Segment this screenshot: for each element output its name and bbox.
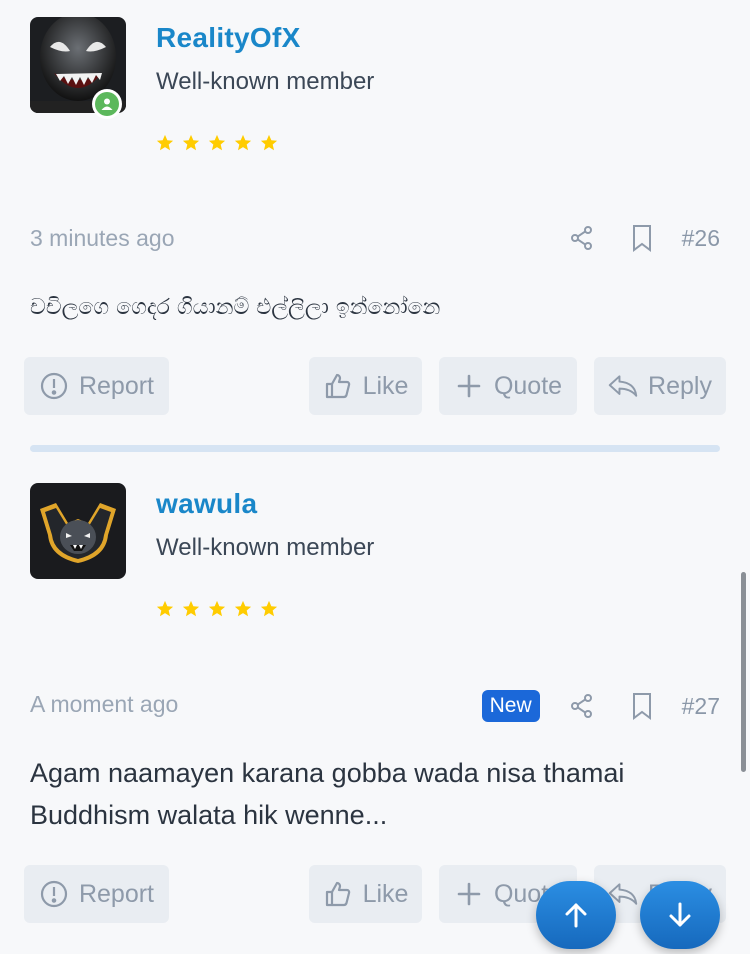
post-meta: #26 — [552, 224, 720, 252]
report-label: Report — [78, 879, 155, 908]
like-button[interactable]: Like — [309, 865, 422, 923]
star-icon — [156, 600, 174, 617]
post-number[interactable]: #27 — [682, 693, 720, 720]
star-icon — [156, 134, 174, 151]
username[interactable]: wawula — [156, 488, 257, 520]
star-icon — [234, 600, 252, 617]
post-body: Agam naamayen karana gobba wada nisa tha… — [30, 758, 625, 830]
like-button[interactable]: Like — [309, 357, 422, 415]
share-icon — [570, 694, 592, 718]
scroll-to-top-button[interactable] — [536, 881, 616, 949]
scroll-to-bottom-button[interactable] — [640, 881, 720, 949]
share-button[interactable] — [552, 225, 612, 251]
report-icon — [40, 880, 68, 908]
username[interactable]: RealityOfX — [156, 22, 301, 54]
star-icon — [182, 134, 200, 151]
avatar-bat-image — [30, 483, 126, 579]
star-icon — [208, 600, 226, 617]
reply-label: Reply — [648, 371, 712, 400]
quote-icon — [457, 882, 481, 906]
bookmark-button[interactable] — [612, 224, 672, 252]
arrow-up-icon — [565, 903, 587, 928]
star-rating — [156, 600, 278, 618]
online-status-indicator — [92, 89, 122, 119]
bookmark-button[interactable] — [612, 692, 672, 720]
star-icon — [208, 134, 226, 151]
scrollbar[interactable] — [741, 572, 746, 772]
quote-label: Quote — [493, 371, 563, 400]
star-icon — [234, 134, 252, 151]
post-body: චචිලගෙ ගෙදර ගියානම් එල්ලිලා ඉන්නෝනෙ — [30, 295, 441, 320]
reply-button[interactable]: Reply — [594, 357, 726, 415]
online-user-icon — [101, 98, 113, 110]
arrow-down-icon — [669, 902, 691, 927]
star-icon — [260, 134, 278, 151]
share-button[interactable] — [552, 693, 612, 719]
report-icon — [40, 372, 68, 400]
bookmark-icon — [632, 225, 651, 252]
user-title: Well-known member — [156, 534, 375, 561]
quote-icon — [457, 374, 481, 398]
star-icon — [260, 600, 278, 617]
star-rating — [156, 134, 278, 152]
report-button[interactable]: Report — [24, 865, 169, 923]
avatar[interactable] — [30, 17, 126, 119]
avatar[interactable] — [30, 483, 126, 579]
share-icon — [570, 226, 592, 250]
post-divider — [30, 445, 720, 452]
user-title: Well-known member — [156, 68, 375, 95]
like-icon — [325, 373, 350, 399]
post-time[interactable]: 3 minutes ago — [30, 225, 174, 252]
star-icon — [182, 600, 200, 617]
report-button[interactable]: Report — [24, 357, 169, 415]
quote-button[interactable]: Quote — [439, 357, 577, 415]
like-icon — [325, 881, 350, 907]
like-label: Like — [362, 371, 409, 400]
report-label: Report — [78, 371, 155, 400]
post-meta: New #27 — [481, 690, 720, 722]
like-label: Like — [362, 879, 409, 908]
new-badge: New — [481, 690, 540, 722]
post-number[interactable]: #26 — [682, 225, 720, 252]
reply-icon — [608, 375, 638, 397]
bookmark-icon — [632, 693, 651, 720]
post-time[interactable]: A moment ago — [30, 691, 178, 718]
